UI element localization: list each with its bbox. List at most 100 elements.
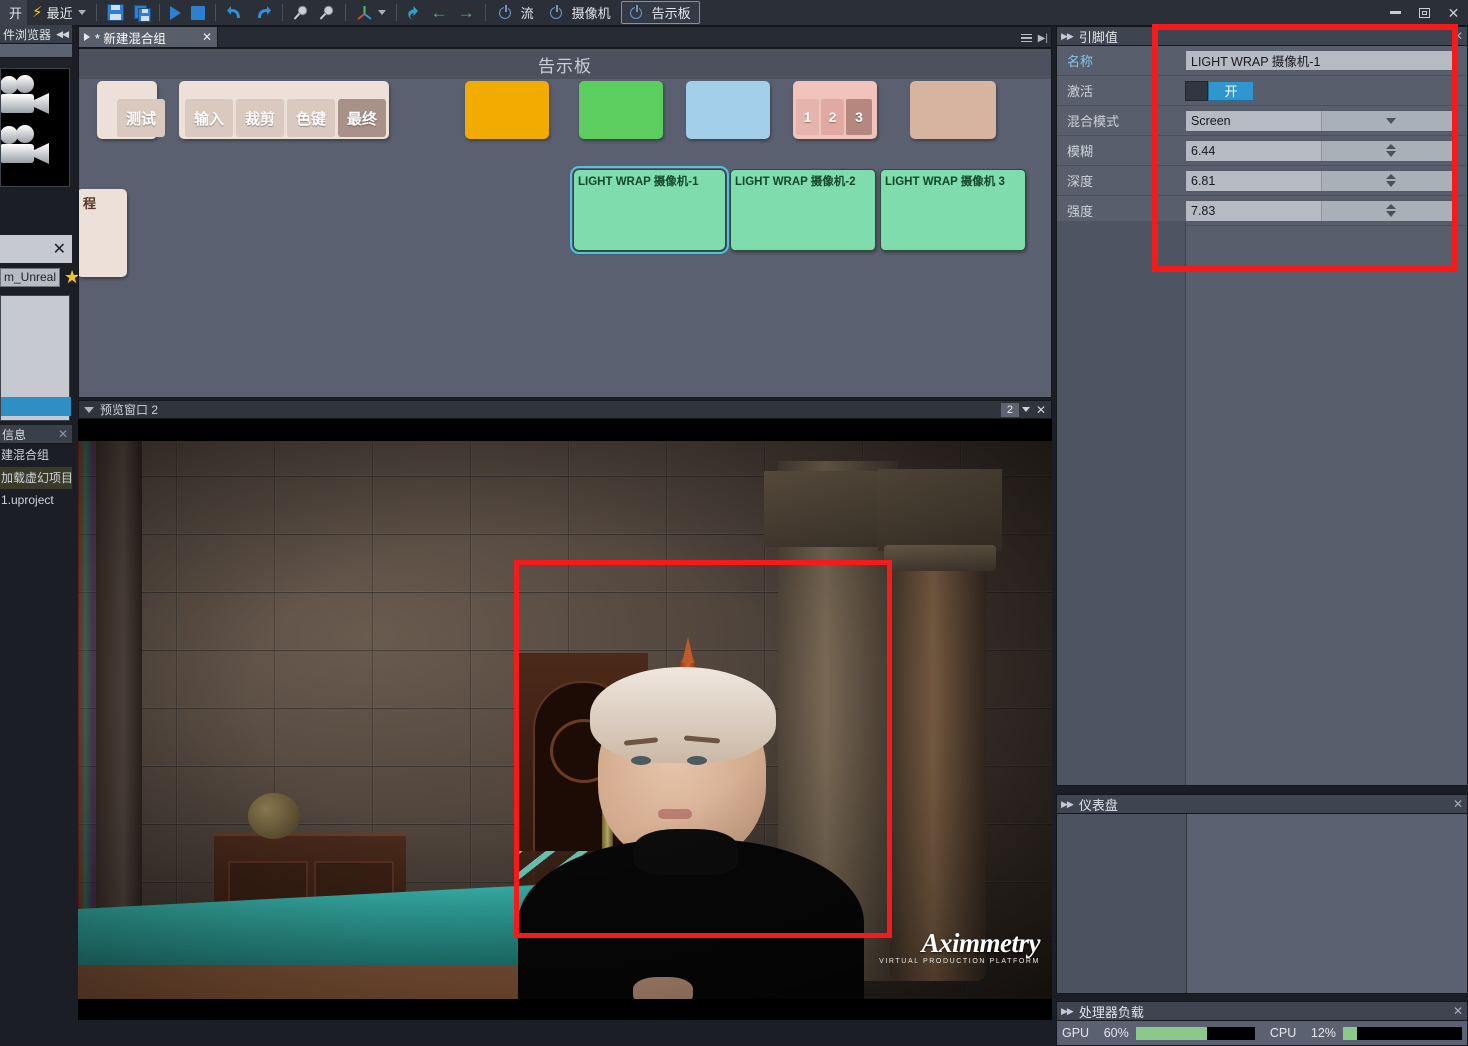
blend-mode-select[interactable]: Screen: [1185, 109, 1457, 132]
favorites-chip[interactable]: m_Unreal: [0, 267, 61, 287]
chip-keyer[interactable]: 色键: [287, 99, 335, 137]
blur-stepper[interactable]: 6.44: [1185, 139, 1457, 162]
arrow-up-curve-icon: [407, 5, 421, 21]
preview-body[interactable]: Aximmetry VIRTUAL PRODUCTION PLATFORM: [78, 419, 1052, 1020]
undo-button[interactable]: [221, 0, 249, 25]
depth-value[interactable]: 6.81: [1186, 174, 1321, 188]
row-blur: 模糊 6.44: [1057, 136, 1467, 166]
power-icon: [549, 4, 562, 19]
play-icon: [169, 5, 181, 20]
file-browser-thumbnails[interactable]: [0, 68, 70, 187]
chevron-down-icon: [377, 10, 386, 15]
activate-toggle-off[interactable]: [1185, 80, 1208, 101]
menu-icon[interactable]: [1020, 33, 1032, 43]
chip-test[interactable]: 测试: [117, 99, 165, 137]
open-button[interactable]: 开: [0, 0, 28, 25]
preview-index[interactable]: 2: [1000, 402, 1019, 417]
node-numbered[interactable]: 1 2 3: [793, 81, 877, 139]
chevron-down-icon[interactable]: [1320, 110, 1456, 131]
play-button[interactable]: [165, 0, 186, 25]
save-as-button[interactable]: [129, 0, 154, 25]
dashboard-body[interactable]: [1056, 814, 1468, 994]
window-controls: ✕: [1381, 0, 1468, 25]
cpu-label: CPU: [1269, 1026, 1297, 1040]
preview-letterbox-top: [78, 419, 1052, 441]
expand-icon[interactable]: ▶▶: [1061, 1006, 1074, 1017]
stream-toggle[interactable]: 流: [491, 2, 542, 23]
favorites-selected-row[interactable]: [1, 397, 71, 416]
chevron-down-icon[interactable]: [84, 406, 94, 413]
chip-num-2[interactable]: 2: [821, 99, 844, 135]
stop-button[interactable]: [186, 0, 210, 25]
close-icon[interactable]: ✕: [58, 427, 68, 441]
back-button[interactable]: ←: [426, 0, 453, 25]
chip-final[interactable]: 最终: [338, 99, 386, 137]
redo-button[interactable]: [249, 0, 277, 25]
row-depth-label: 深度: [1067, 174, 1094, 189]
expand-icon[interactable]: ▶|: [1038, 33, 1048, 44]
expand-icon[interactable]: ▶▶: [1061, 31, 1074, 42]
billboard-toggle[interactable]: 告示板: [620, 1, 700, 24]
intensity-stepper[interactable]: 7.83: [1185, 199, 1457, 222]
favorites-panel: ✕ m_Unreal ★: [0, 235, 80, 425]
close-icon[interactable]: ✕: [53, 239, 66, 259]
node-color-yellow[interactable]: [465, 81, 549, 139]
node-test[interactable]: 测试: [97, 81, 165, 139]
minimize-button[interactable]: [1381, 0, 1410, 25]
close-icon: ✕: [1447, 4, 1460, 21]
zoom-out-button[interactable]: [314, 0, 340, 25]
node-partial[interactable]: 程: [79, 189, 127, 277]
close-icon[interactable]: ✕: [202, 30, 212, 44]
close-icon[interactable]: ✕: [1033, 403, 1049, 417]
info-line: 建混合组: [1, 448, 50, 462]
tab-new-compound[interactable]: * 新建混合组 ✕: [79, 27, 218, 47]
recent-button[interactable]: ⚡ 最近: [27, 0, 91, 25]
maximize-button[interactable]: [1410, 0, 1439, 25]
preview-video[interactable]: Aximmetry VIRTUAL PRODUCTION PLATFORM: [78, 441, 1052, 999]
node-lightwrap-1[interactable]: LIGHT WRAP 摄像机-1: [570, 166, 729, 254]
spinner-icon[interactable]: [1320, 170, 1456, 191]
intensity-value[interactable]: 7.83: [1186, 204, 1321, 218]
camera-toggle[interactable]: 摄像机: [542, 2, 619, 23]
close-icon[interactable]: ✕: [1453, 797, 1463, 811]
expand-icon[interactable]: ▶▶: [1061, 799, 1074, 810]
close-button[interactable]: ✕: [1439, 0, 1468, 25]
chip-input[interactable]: 输入: [185, 99, 233, 137]
row-intensity-field: 7.83: [1185, 199, 1467, 222]
axis-gizmo-button[interactable]: [351, 0, 391, 25]
node-color-blue[interactable]: [686, 81, 770, 139]
node-stages[interactable]: 输入 裁剪 色键 最终: [179, 81, 389, 139]
spinner-icon[interactable]: [1320, 200, 1456, 221]
activate-toggle-on[interactable]: 开: [1208, 80, 1254, 101]
chip-num-1[interactable]: 1: [796, 99, 819, 135]
forward-button[interactable]: →: [453, 0, 480, 25]
spinner-icon[interactable]: [1320, 140, 1456, 161]
close-icon[interactable]: ✕: [1453, 29, 1463, 43]
depth-stepper[interactable]: 6.81: [1185, 169, 1457, 192]
pin-values-empty-label-column: [1057, 221, 1186, 785]
chip-crop[interactable]: 裁剪: [236, 99, 284, 137]
up-level-button[interactable]: [402, 0, 426, 25]
blur-value[interactable]: 6.44: [1186, 144, 1321, 158]
save-button[interactable]: [102, 0, 129, 25]
divider: [158, 4, 160, 21]
recent-label: 最近: [46, 6, 73, 21]
node-lightwrap-3[interactable]: LIGHT WRAP 摄像机 3: [880, 169, 1026, 251]
chevron-down-icon[interactable]: [1021, 407, 1030, 412]
collapse-icon[interactable]: ◀◀: [56, 29, 72, 40]
chip-num-3[interactable]: 3: [846, 99, 872, 135]
favorites-list[interactable]: [0, 295, 71, 421]
row-name: 名称 LIGHT WRAP 摄像机-1: [1057, 46, 1467, 76]
zoom-in-button[interactable]: [288, 0, 314, 25]
row-name-label: 名称: [1067, 54, 1094, 69]
node-color-tan[interactable]: [910, 81, 996, 139]
stream-label: 流: [520, 6, 534, 21]
node-lightwrap-2[interactable]: LIGHT WRAP 摄像机-2: [730, 169, 876, 251]
close-icon[interactable]: ✕: [1453, 1004, 1463, 1018]
name-input[interactable]: LIGHT WRAP 摄像机-1: [1185, 50, 1457, 71]
node-partial-label: 程: [83, 196, 97, 211]
activate-toggle[interactable]: 开: [1185, 80, 1254, 101]
node-color-green[interactable]: [579, 81, 663, 139]
node-canvas[interactable]: 告示板 测试 输入 裁剪 色键 最终 程 1 2 3 LIGHT WRAP 摄像…: [78, 48, 1052, 398]
dashboard-panel: ▶▶ 仪表盘 ✕: [1056, 794, 1468, 994]
